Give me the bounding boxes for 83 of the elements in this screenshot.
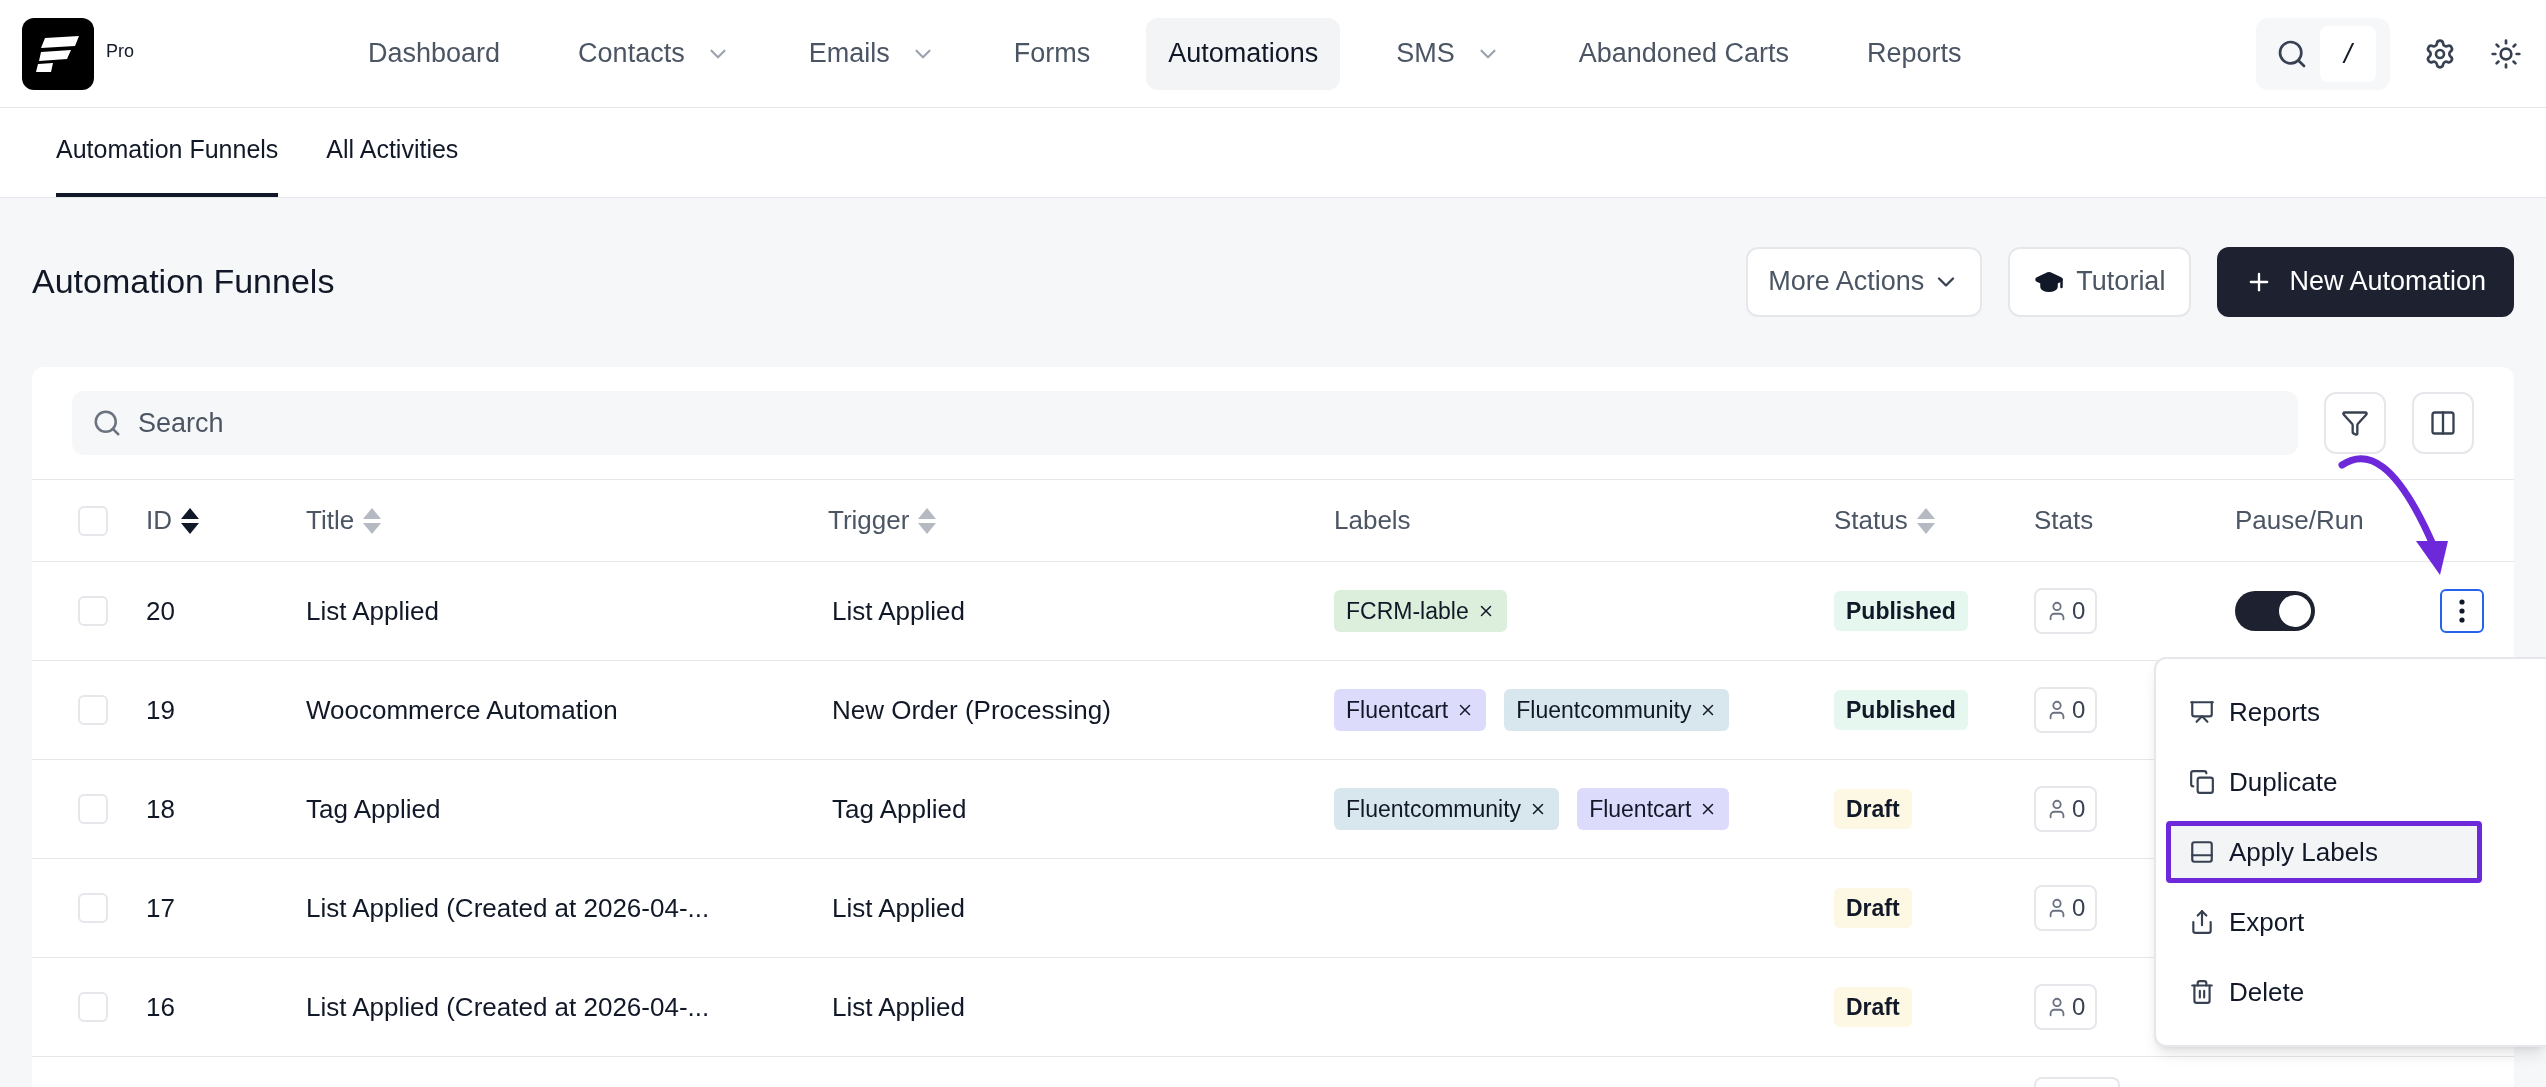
logo[interactable] — [22, 17, 94, 90]
status-badge: Draft — [1834, 888, 1912, 928]
label-tag: Fluentcommunity — [1504, 689, 1730, 731]
table-cell-text: 20 — [146, 594, 175, 628]
checkbox[interactable] — [78, 794, 108, 824]
duplicate-icon — [2189, 769, 2215, 795]
menu-item[interactable]: Reports — [2166, 681, 2538, 743]
column-header[interactable]: Trigger — [828, 501, 910, 540]
label-tag: FCRM-lable — [1334, 590, 1507, 632]
status-badge: Draft — [1834, 987, 1912, 1027]
menu-item[interactable]: Delete — [2166, 961, 2538, 1023]
status-badge: Published — [1834, 591, 1968, 631]
stats-count[interactable]: 0 — [2034, 588, 2098, 634]
checkbox[interactable] — [78, 505, 108, 536]
column-header[interactable]: Title — [306, 501, 355, 540]
more-button[interactable] — [2440, 589, 2484, 633]
nav-item[interactable]: Emails — [786, 17, 958, 90]
new-automation-button[interactable]: New Automation — [2217, 246, 2514, 317]
settings-icon[interactable] — [2424, 37, 2456, 70]
nav-item[interactable]: Abandoned Carts — [1556, 17, 1811, 90]
filter-button[interactable] — [2324, 392, 2386, 454]
status-badge: Published — [1834, 690, 1968, 730]
reports-icon — [2189, 699, 2215, 725]
table-cell-text: List Applied (Created at 2026-04-... — [306, 891, 710, 925]
table-cell-text: List Applied — [832, 990, 965, 1024]
columns-button[interactable] — [2412, 392, 2474, 454]
stats-count[interactable]: 0 — [2034, 786, 2098, 832]
delete-icon — [2189, 979, 2215, 1005]
table-cell-text: 19 — [146, 693, 175, 727]
plan-label: Pro — [106, 40, 134, 63]
nav-item[interactable]: Dashboard — [346, 17, 523, 90]
checkbox[interactable] — [78, 992, 108, 1022]
checkbox[interactable] — [78, 596, 108, 626]
menu-item[interactable]: Export — [2166, 891, 2538, 953]
nav-item[interactable]: SMS — [1374, 17, 1523, 90]
more-icon — [2459, 599, 2465, 623]
label-tag: Fluentcommunity — [1334, 788, 1560, 830]
table-cell-text: List Applied (Created at 2026-04-... — [306, 990, 710, 1024]
table-cell-text: List Applied — [832, 594, 965, 628]
label-tag: Fluentcart — [1577, 788, 1730, 830]
export-icon — [2189, 909, 2215, 935]
sub-tab[interactable]: Automation Funnels — [56, 107, 279, 197]
nav-item[interactable]: Automations — [1146, 17, 1341, 90]
logo-icon — [35, 33, 81, 74]
table-cell-text: Woocommerce Automation — [306, 693, 618, 727]
checkbox[interactable] — [78, 893, 108, 923]
table-cell-text: 18 — [146, 792, 175, 826]
stats-count[interactable]: 0 — [2034, 885, 2098, 931]
table-cell-text: List Applied — [306, 594, 439, 628]
column-header: Pause/Run — [2235, 504, 2364, 537]
column-header[interactable]: Status — [1834, 501, 1908, 540]
table-cell-text: New Order (Processing) — [832, 693, 1111, 727]
checkbox[interactable] — [78, 695, 108, 725]
table-cell-text: Tag Applied — [832, 792, 967, 826]
menu-item[interactable]: Apply Labels — [2166, 821, 2482, 883]
sub-tab[interactable]: All Activities — [326, 107, 459, 197]
menu-item[interactable]: Duplicate — [2166, 751, 2538, 813]
columns-icon — [2429, 409, 2457, 437]
shortcut-key: / — [2320, 25, 2376, 82]
table-cell-text: Tag Applied — [306, 792, 441, 826]
tutorial-button[interactable]: Tutorial — [2008, 246, 2192, 317]
table-cell-text: 17 — [146, 891, 175, 925]
search-control[interactable]: / — [2256, 17, 2390, 90]
stats-count[interactable]: 0 — [2034, 984, 2098, 1030]
stats-count[interactable]: 0 — [2034, 687, 2098, 733]
table-cell-text: 16 — [146, 990, 175, 1024]
nav-item[interactable]: Forms — [991, 17, 1113, 90]
label-tag: Fluentcart — [1334, 689, 1487, 731]
nav-item[interactable]: Reports — [1844, 17, 1984, 90]
filter-icon — [2341, 409, 2369, 437]
page-title: Automation Funnels — [32, 261, 335, 302]
column-header[interactable]: ID — [146, 501, 172, 540]
column-header: Labels — [1334, 504, 1411, 537]
table-cell-text: List Applied — [832, 891, 965, 925]
nav-item[interactable]: Contacts — [556, 17, 753, 90]
more-actions-button[interactable]: More Actions — [1746, 246, 1983, 317]
run-toggle[interactable] — [2235, 591, 2315, 631]
status-badge: Draft — [1834, 789, 1912, 829]
search-icon — [92, 408, 122, 438]
labels-icon — [2189, 839, 2215, 865]
column-header: Stats — [2034, 504, 2094, 537]
theme-icon[interactable] — [2490, 37, 2522, 70]
search-field[interactable]: Search — [72, 391, 2298, 455]
